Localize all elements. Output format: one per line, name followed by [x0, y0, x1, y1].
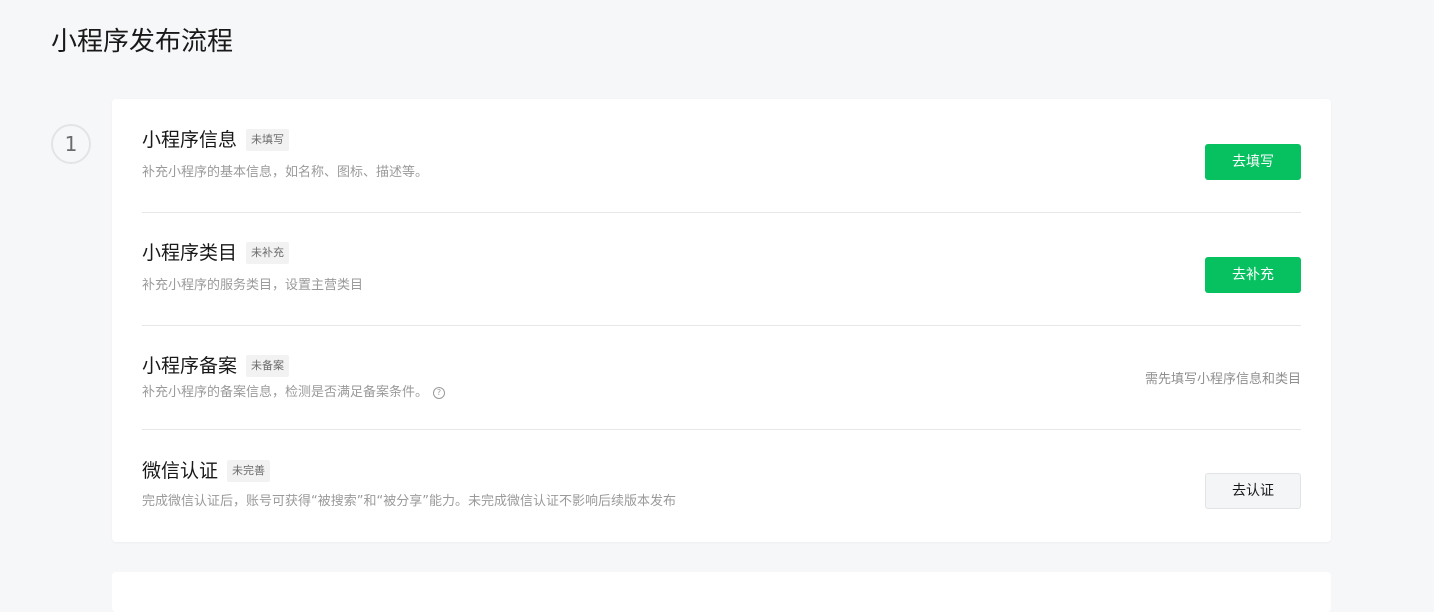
- step-item-description-row: 补充小程序的备案信息，检测是否满足备案条件。 ?: [142, 384, 446, 402]
- add-category-button[interactable]: 去补充: [1205, 257, 1301, 293]
- step-item-title: 小程序类目: [142, 242, 238, 264]
- step-item-filing: 小程序备案 未备案 补充小程序的备案信息，检测是否满足备案条件。 ? 需先填写小…: [142, 326, 1301, 430]
- step-item-description: 补充小程序的服务类目，设置主营类目: [142, 278, 364, 293]
- step-item-title: 小程序信息: [142, 129, 238, 151]
- step-item-description: 完成微信认证后，账号可获得“被搜索”和“被分享”能力。未完成微信认证不影响后续版…: [142, 494, 676, 509]
- question-circle-icon[interactable]: ?: [433, 387, 446, 399]
- step-item-title-row: 小程序类目 未补充: [142, 240, 290, 266]
- status-badge: 未完善: [227, 460, 271, 482]
- step-item-info: 小程序信息 未填写 补充小程序的基本信息，如名称、图标、描述等。 去填写: [142, 99, 1301, 213]
- status-badge: 未填写: [246, 129, 290, 151]
- step-item-title: 小程序备案: [142, 355, 238, 377]
- step-item-title-row: 小程序备案 未备案: [142, 353, 290, 379]
- prerequisite-hint: 需先填写小程序信息和类目: [1144, 372, 1301, 387]
- step-item-description: 补充小程序的基本信息，如名称、图标、描述等。: [142, 165, 429, 180]
- page-title: 小程序发布流程: [51, 27, 234, 57]
- step-item-description: 补充小程序的备案信息，检测是否满足备案条件。: [142, 385, 429, 400]
- next-step-card: [112, 572, 1331, 612]
- step-item-title: 微信认证: [142, 460, 219, 482]
- step-item-title-row: 微信认证 未完善: [142, 458, 271, 484]
- status-badge: 未补充: [246, 242, 290, 264]
- fill-info-button[interactable]: 去填写: [1205, 144, 1301, 180]
- status-badge: 未备案: [246, 355, 290, 377]
- step-item-title-row: 小程序信息 未填写: [142, 127, 290, 153]
- step-number: 1: [51, 124, 91, 164]
- verify-button[interactable]: 去认证: [1205, 473, 1301, 509]
- step-item-category: 小程序类目 未补充 补充小程序的服务类目，设置主营类目 去补充: [142, 213, 1301, 326]
- publish-steps-card: 小程序信息 未填写 补充小程序的基本信息，如名称、图标、描述等。 去填写 小程序…: [112, 99, 1331, 542]
- step-item-verification: 微信认证 未完善 完成微信认证后，账号可获得“被搜索”和“被分享”能力。未完成微…: [142, 430, 1301, 542]
